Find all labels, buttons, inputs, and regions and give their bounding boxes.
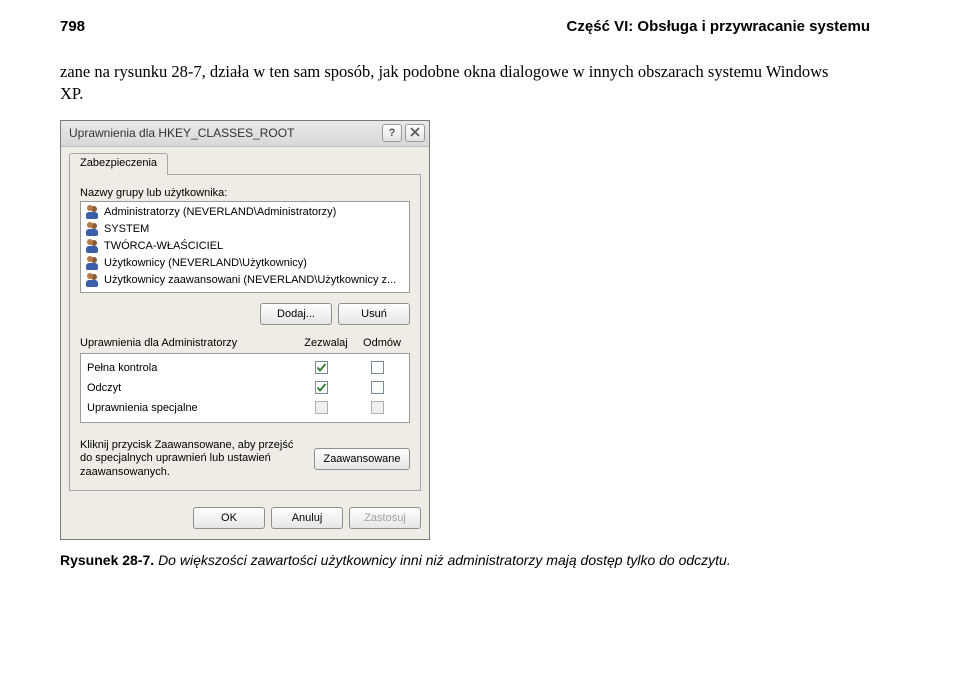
- cancel-button[interactable]: Anuluj: [271, 507, 343, 529]
- add-button[interactable]: Dodaj...: [260, 303, 332, 325]
- permissions-list: Pełna kontrola Odczyt Uprawnienia specja…: [80, 353, 410, 423]
- page-number: 798: [60, 18, 85, 35]
- add-remove-row: Dodaj... Usuń: [80, 303, 410, 325]
- figure-caption: Rysunek 28-7. Do większości zawartości u…: [60, 552, 870, 568]
- list-item[interactable]: TWÓRCA-WŁAŚCICIEL: [83, 238, 407, 255]
- dialog-footer: OK Anuluj Zastosuj: [61, 499, 429, 539]
- page-header: 798 Część VI: Obsługa i przywracanie sys…: [60, 18, 870, 35]
- users-listbox[interactable]: Administratorzy (NEVERLAND\Administrator…: [80, 201, 410, 293]
- permissions-header: Uprawnienia dla Administratorzy Zezwalaj…: [80, 337, 410, 349]
- deny-checkbox[interactable]: [371, 381, 384, 394]
- permission-name: Uprawnienia specjalne: [85, 402, 293, 414]
- apply-button[interactable]: Zastosuj: [349, 507, 421, 529]
- users-group-icon: [85, 256, 99, 270]
- permission-row: Pełna kontrola: [85, 358, 405, 378]
- close-button[interactable]: [405, 124, 425, 142]
- permission-name: Odczyt: [85, 382, 293, 394]
- figure-number: Rysunek 28-7.: [60, 552, 154, 568]
- help-icon: ?: [389, 127, 396, 139]
- allow-checkbox: [315, 401, 328, 414]
- users-group-icon: [85, 222, 99, 236]
- column-deny: Odmów: [354, 337, 410, 349]
- allow-checkbox[interactable]: [315, 381, 328, 394]
- permission-name: Pełna kontrola: [85, 362, 293, 374]
- deny-checkbox[interactable]: [371, 361, 384, 374]
- deny-checkbox: [371, 401, 384, 414]
- allow-checkbox[interactable]: [315, 361, 328, 374]
- help-button[interactable]: ?: [382, 124, 402, 142]
- list-item-label: Użytkownicy (NEVERLAND\Użytkownicy): [104, 257, 307, 269]
- list-item-label: Administratorzy (NEVERLAND\Administrator…: [104, 206, 336, 218]
- titlebar: Uprawnienia dla HKEY_CLASSES_ROOT ?: [61, 121, 429, 147]
- figure-text: Do większości zawartości użytkownicy inn…: [158, 552, 731, 568]
- users-group-icon: [85, 273, 99, 287]
- list-item-label: SYSTEM: [104, 223, 149, 235]
- ok-button[interactable]: OK: [193, 507, 265, 529]
- permission-row: Odczyt: [85, 378, 405, 398]
- permissions-label: Uprawnienia dla Administratorzy: [80, 337, 298, 349]
- advanced-text: Kliknij przycisk Zaawansowane, aby przej…: [80, 439, 304, 480]
- remove-button[interactable]: Usuń: [338, 303, 410, 325]
- advanced-button[interactable]: Zaawansowane: [314, 448, 410, 470]
- section-title: Część VI: Obsługa i przywracanie systemu: [567, 18, 870, 35]
- permission-row: Uprawnienia specjalne: [85, 398, 405, 418]
- titlebar-controls: ?: [382, 124, 425, 142]
- list-item-label: TWÓRCA-WŁAŚCICIEL: [104, 240, 223, 252]
- tab-body: Nazwy grupy lub użytkownika: Administrat…: [69, 175, 421, 491]
- column-allow: Zezwalaj: [298, 337, 354, 349]
- users-group-icon: [85, 239, 99, 253]
- tab-strip: Zabezpieczenia: [69, 153, 421, 175]
- list-item[interactable]: Użytkownicy (NEVERLAND\Użytkownicy): [83, 255, 407, 272]
- users-group-icon: [85, 205, 99, 219]
- list-item[interactable]: SYSTEM: [83, 221, 407, 238]
- permissions-dialog: Uprawnienia dla HKEY_CLASSES_ROOT ? Zabe…: [60, 120, 430, 540]
- list-item[interactable]: Użytkownicy zaawansowani (NEVERLAND\Użyt…: [83, 272, 407, 289]
- close-icon: [410, 127, 420, 140]
- body-paragraph: zane na rysunku 28-7, działa w ten sam s…: [60, 61, 840, 106]
- titlebar-text: Uprawnienia dla HKEY_CLASSES_ROOT: [69, 126, 294, 140]
- tab-security[interactable]: Zabezpieczenia: [69, 153, 168, 175]
- advanced-row: Kliknij przycisk Zaawansowane, aby przej…: [80, 439, 410, 480]
- groups-label: Nazwy grupy lub użytkownika:: [80, 187, 410, 199]
- list-item[interactable]: Administratorzy (NEVERLAND\Administrator…: [83, 204, 407, 221]
- list-item-label: Użytkownicy zaawansowani (NEVERLAND\Użyt…: [104, 274, 396, 286]
